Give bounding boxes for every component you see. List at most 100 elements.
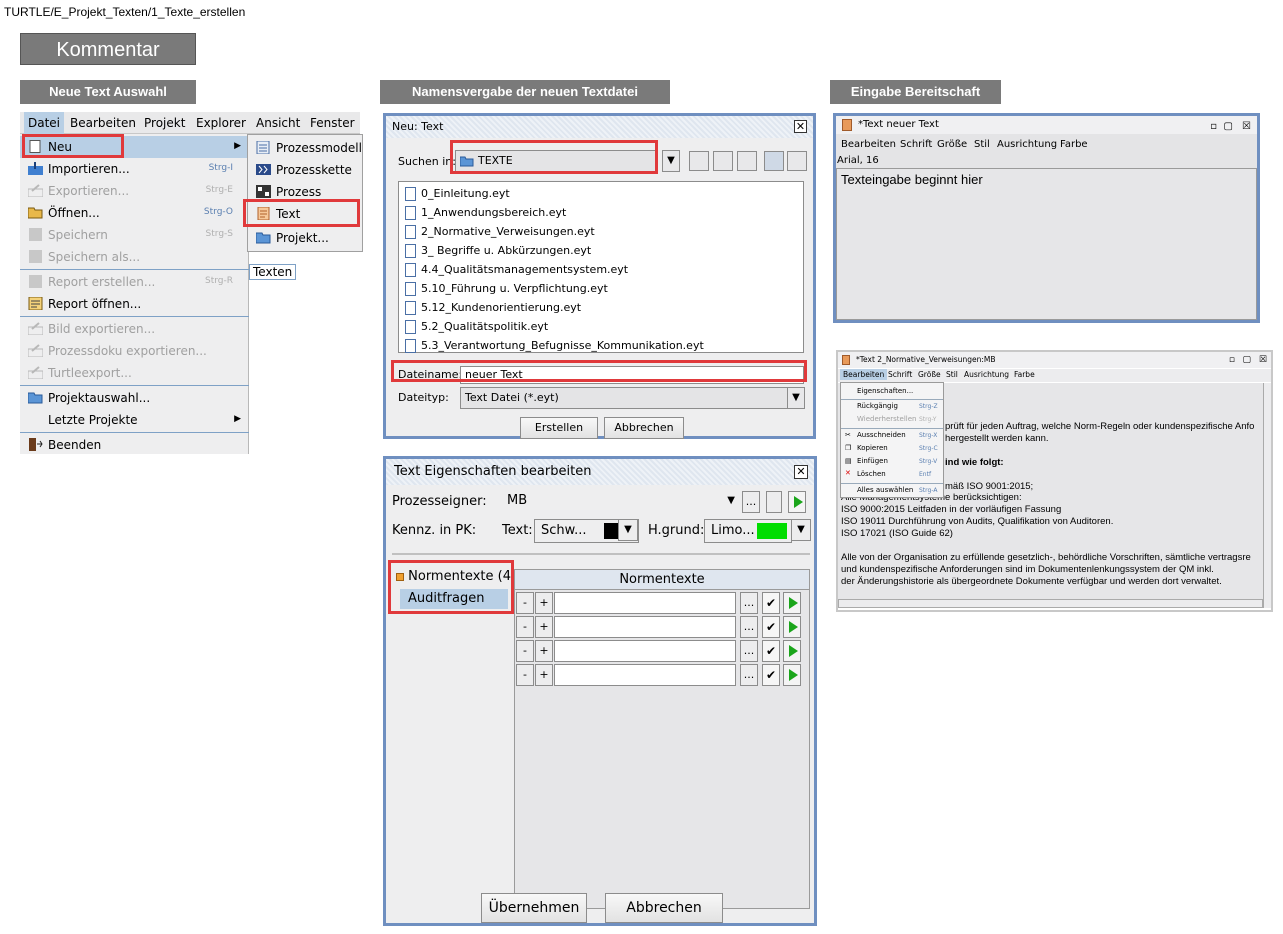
row-plus-button[interactable]: +: [535, 592, 553, 614]
details-view-icon[interactable]: [787, 151, 807, 171]
menu-item-speichern[interactable]: Speichern Strg-S: [20, 224, 249, 246]
row-minus-button[interactable]: -: [516, 664, 534, 686]
menu-groesse[interactable]: Größe: [937, 139, 967, 150]
row-plus-button[interactable]: +: [535, 616, 553, 638]
owner-combo[interactable]: MB ▼: [501, 490, 739, 514]
dropdown-arrow-icon[interactable]: ▼: [791, 519, 811, 541]
play-icon[interactable]: [783, 592, 801, 614]
row-checkbox[interactable]: ✔: [762, 640, 780, 662]
tree-item-auditfragen[interactable]: Auditfragen: [400, 589, 508, 609]
menu-item-einfuegen[interactable]: Einfügen: [857, 457, 888, 465]
home-folder-icon[interactable]: [713, 151, 733, 171]
row-minus-button[interactable]: -: [516, 616, 534, 638]
file-item[interactable]: 0_Einleitung.eyt: [405, 184, 510, 203]
row-plus-button[interactable]: +: [535, 664, 553, 686]
row-checkbox[interactable]: ✔: [762, 664, 780, 686]
row-text-field[interactable]: [554, 640, 736, 662]
menu-projekt[interactable]: Projekt: [144, 116, 185, 130]
search-in-combo[interactable]: TEXTE: [455, 150, 657, 172]
cancel-button[interactable]: Abbrechen: [605, 893, 723, 923]
menu-item-ausschneiden[interactable]: Ausschneiden: [857, 431, 906, 439]
menu-item-rueckgaengig[interactable]: Rückgängig: [857, 402, 898, 410]
restore-icon[interactable]: ▫: [1210, 118, 1217, 136]
file-item[interactable]: 4.4_Qualitätsmanagementsystem.eyt: [405, 260, 628, 279]
menu-item-alles-auswaehlen[interactable]: Alles auswählen: [857, 486, 913, 494]
row-minus-button[interactable]: -: [516, 640, 534, 662]
file-item[interactable]: 5.3_Verantwortung_Befugnisse_Kommunikati…: [405, 336, 704, 355]
menu-bearbeiten[interactable]: Bearbeiten: [841, 139, 896, 150]
menu-schrift[interactable]: Schrift: [900, 139, 932, 150]
close-icon[interactable]: ✕: [794, 465, 808, 479]
menu-datei[interactable]: Datei: [24, 112, 65, 134]
hgrund-color-combo[interactable]: Limo...: [704, 519, 792, 543]
submenu-item-prozess[interactable]: Prozess: [248, 181, 362, 203]
menu-item-beenden[interactable]: Beenden: [20, 434, 249, 456]
filetype-combo[interactable]: Text Datei (*.eyt): [460, 387, 788, 409]
play-icon[interactable]: [783, 640, 801, 662]
file-item[interactable]: 2_Normative_Verweisungen.eyt: [405, 222, 595, 241]
file-item[interactable]: 3_ Begriffe u. Abkürzungen.eyt: [405, 241, 591, 260]
menu-item-turtleexport[interactable]: Turtleexport...: [20, 362, 249, 384]
menu-explorer[interactable]: Explorer: [196, 116, 246, 130]
tree-item-normentexte[interactable]: Normentexte (4): [396, 569, 516, 584]
menu-ausrichtung[interactable]: Ausrichtung: [997, 139, 1057, 150]
menu-stil[interactable]: Stil: [946, 370, 958, 379]
close-icon[interactable]: ☒: [1242, 118, 1251, 136]
vertical-scrollbar[interactable]: [1263, 383, 1271, 608]
list-view-icon[interactable]: [764, 151, 784, 171]
row-ellipsis-button[interactable]: ...: [740, 664, 758, 686]
row-ellipsis-button[interactable]: ...: [740, 616, 758, 638]
menu-schrift[interactable]: Schrift: [888, 370, 912, 379]
new-folder-icon[interactable]: [737, 151, 757, 171]
text-editor-area[interactable]: Texteingabe beginnt hier: [836, 168, 1257, 320]
menu-farbe[interactable]: Farbe: [1060, 139, 1088, 150]
horizontal-scrollbar[interactable]: [838, 599, 1263, 608]
menu-item-bild-exportieren[interactable]: Bild exportieren...: [20, 318, 249, 340]
submenu-item-prozesskette[interactable]: Prozesskette: [248, 159, 362, 181]
menu-item-eigenschaften[interactable]: Eigenschaften...: [857, 387, 913, 395]
play-icon[interactable]: [783, 616, 801, 638]
row-text-field[interactable]: [554, 664, 736, 686]
row-text-field[interactable]: [554, 592, 736, 614]
menu-bearbeiten[interactable]: Bearbeiten: [840, 369, 888, 380]
row-checkbox[interactable]: ✔: [762, 616, 780, 638]
menu-groesse[interactable]: Größe: [918, 370, 941, 379]
menu-ausrichtung[interactable]: Ausrichtung: [964, 370, 1009, 379]
row-ellipsis-button[interactable]: ...: [740, 592, 758, 614]
combo-dropdown-arrow[interactable]: ▼: [662, 150, 680, 172]
menu-item-prozessdoku-exportieren[interactable]: Prozessdoku exportieren...: [20, 340, 249, 362]
close-icon[interactable]: ✕: [794, 120, 807, 133]
menu-ansicht[interactable]: Ansicht: [256, 116, 300, 130]
menu-fenster[interactable]: Fenster: [310, 116, 355, 130]
owner-ellipsis-button[interactable]: ...: [742, 491, 760, 513]
row-checkbox[interactable]: ✔: [762, 592, 780, 614]
close-icon[interactable]: ☒: [1259, 352, 1267, 368]
play-icon[interactable]: [783, 664, 801, 686]
restore-icon[interactable]: ▫: [1229, 352, 1235, 368]
folder-up-icon[interactable]: [689, 151, 709, 171]
row-minus-button[interactable]: -: [516, 592, 534, 614]
submenu-item-projekt[interactable]: Projekt...: [248, 227, 362, 249]
file-item[interactable]: 1_Anwendungsbereich.eyt: [405, 203, 566, 222]
file-item[interactable]: 5.10_Führung u. Verpflichtung.eyt: [405, 279, 608, 298]
apply-button[interactable]: Übernehmen: [481, 893, 587, 923]
dropdown-arrow-icon[interactable]: ▼: [618, 519, 638, 541]
play-icon[interactable]: [788, 491, 806, 513]
menu-item-importieren[interactable]: Importieren... Strg-I: [20, 158, 249, 180]
filename-input[interactable]: neuer Text: [460, 366, 804, 384]
row-ellipsis-button[interactable]: ...: [740, 640, 758, 662]
menu-item-neu[interactable]: Neu ▶: [20, 136, 249, 158]
row-plus-button[interactable]: +: [535, 640, 553, 662]
create-button[interactable]: Erstellen: [520, 417, 598, 439]
menu-item-letzte-projekte[interactable]: Letzte Projekte ▶: [20, 409, 249, 431]
menu-item-oeffnen[interactable]: Öffnen... Strg-O: [20, 202, 249, 224]
file-item[interactable]: 5.12_Kundenorientierung.eyt: [405, 298, 581, 317]
row-text-field[interactable]: [554, 616, 736, 638]
menu-item-kopieren[interactable]: Kopieren: [857, 444, 888, 452]
filetype-dropdown-arrow[interactable]: ▼: [787, 387, 805, 409]
menu-item-wiederherstellen[interactable]: Wiederherstellen: [857, 415, 916, 423]
menu-item-loeschen[interactable]: Löschen: [857, 470, 886, 478]
menu-bearbeiten[interactable]: Bearbeiten: [70, 116, 136, 130]
cancel-button[interactable]: Abbrechen: [604, 417, 684, 439]
menu-item-projektauswahl[interactable]: Projektauswahl...: [20, 387, 249, 409]
